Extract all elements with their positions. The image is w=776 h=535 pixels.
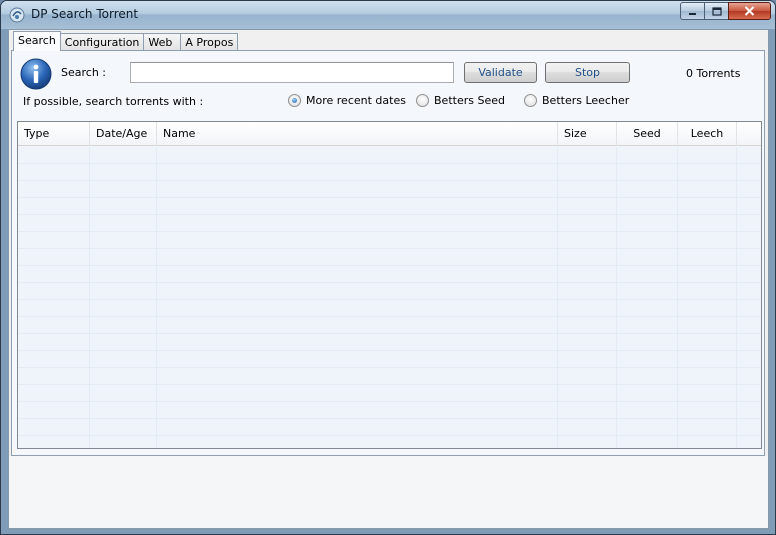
search-preference-label: If possible, search torrents with :	[23, 95, 204, 108]
window-controls	[680, 2, 771, 20]
validate-button[interactable]: Validate	[464, 62, 537, 83]
info-icon	[20, 58, 52, 90]
minimize-icon	[689, 12, 696, 15]
app-icon	[9, 7, 25, 23]
radio-label: More recent dates	[306, 94, 406, 107]
results-list[interactable]: Type Date/Age Name Size Seed Leech	[17, 121, 762, 449]
column-header-filler	[737, 122, 761, 146]
radio-indicator	[416, 94, 429, 107]
window-title: DP Search Torrent	[31, 7, 139, 21]
radio-indicator-selected	[288, 94, 301, 107]
column-header-type[interactable]: Type	[18, 122, 90, 146]
tab-strip: Search Configuration Web A Propos	[13, 31, 239, 51]
grid-line	[736, 147, 737, 448]
bottom-panel	[9, 456, 768, 528]
grid-line	[616, 147, 617, 448]
grid-line	[89, 147, 90, 448]
radio-label: Betters Leecher	[542, 94, 630, 107]
radio-indicator	[524, 94, 537, 107]
column-header-leech[interactable]: Leech	[678, 122, 737, 146]
tab-web[interactable]: Web	[143, 33, 182, 51]
torrent-count: 0 Torrents	[686, 67, 741, 80]
column-header-name[interactable]: Name	[157, 122, 558, 146]
client-area: Search Configuration Web A Propos Search…	[8, 29, 769, 529]
column-header-size[interactable]: Size	[558, 122, 617, 146]
title-bar[interactable]: DP Search Torrent	[1, 1, 775, 29]
stop-button[interactable]: Stop	[545, 62, 630, 83]
radio-betters-seed[interactable]: Betters Seed	[416, 94, 505, 107]
grid-line	[557, 147, 558, 448]
column-header-seed[interactable]: Seed	[617, 122, 678, 146]
results-header: Type Date/Age Name Size Seed Leech	[18, 122, 761, 146]
radio-betters-leecher[interactable]: Betters Leecher	[524, 94, 629, 107]
tab-configuration[interactable]: Configuration	[59, 33, 145, 51]
results-body	[18, 147, 761, 448]
maximize-button[interactable]	[704, 2, 729, 20]
search-tab-page: Search : Validate Stop 0 Torrents If pos…	[11, 50, 765, 456]
radio-label: Betters Seed	[434, 94, 505, 107]
tab-a-propos[interactable]: A Propos	[180, 33, 239, 51]
radio-more-recent-dates[interactable]: More recent dates	[288, 94, 406, 107]
app-window: DP Search Torrent Search Configuration W…	[0, 0, 776, 535]
close-button[interactable]	[728, 2, 771, 20]
grid-line	[156, 147, 157, 448]
search-input[interactable]	[130, 62, 454, 83]
search-label: Search :	[61, 66, 106, 79]
grid-line	[677, 147, 678, 448]
minimize-button[interactable]	[680, 2, 705, 20]
column-header-date-age[interactable]: Date/Age	[90, 122, 157, 146]
tab-search[interactable]: Search	[13, 31, 61, 51]
close-icon	[744, 6, 755, 16]
maximize-icon	[711, 6, 722, 16]
